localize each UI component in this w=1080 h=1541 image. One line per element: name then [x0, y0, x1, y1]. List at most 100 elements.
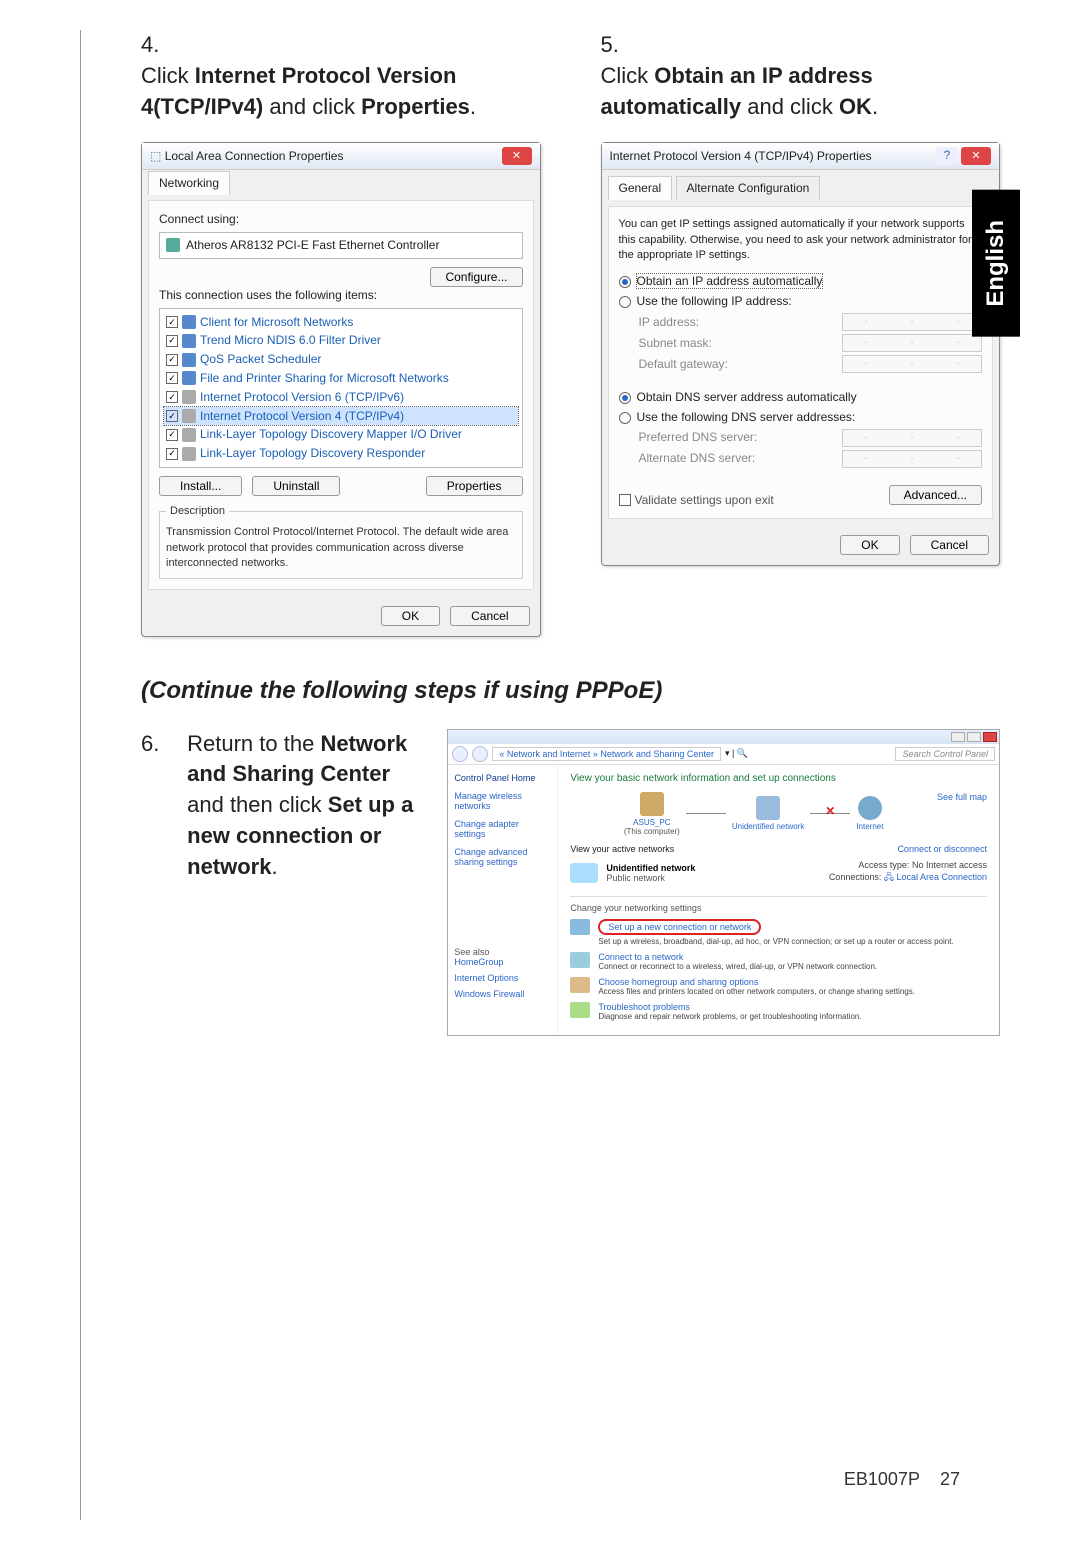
pref-dns-label: Preferred DNS server:	[639, 429, 758, 446]
see-iopts[interactable]: Internet Options	[454, 973, 551, 983]
sub-heading: (Continue the following steps if using P…	[141, 677, 1000, 705]
item-2: QoS Packet Scheduler	[200, 351, 321, 368]
validate-label: Validate settings upon exit	[635, 492, 774, 509]
opt3-desc: Access files and printers located on oth…	[598, 987, 915, 996]
install-button[interactable]: Install...	[159, 476, 242, 496]
radio-use-ip-label: Use the following IP address:	[637, 294, 792, 308]
radio-use-ip[interactable]: Use the following IP address:	[619, 293, 983, 310]
forward-icon[interactable]	[472, 746, 488, 762]
advanced-button[interactable]: Advanced...	[889, 485, 982, 505]
description-text: Transmission Control Protocol/Internet P…	[166, 526, 508, 569]
see-full-map[interactable]: See full map	[937, 792, 987, 844]
net-type: Public network	[606, 873, 665, 883]
node-pc-sub: (This computer)	[624, 827, 680, 836]
qos-icon	[182, 353, 196, 367]
uses-label: This connection uses the following items…	[159, 287, 523, 304]
gateway-label: Default gateway:	[639, 356, 728, 373]
homegroup-link[interactable]: Choose homegroup and sharing options	[598, 977, 758, 987]
lltd-responder-icon	[182, 447, 196, 461]
step5-t2: and click	[741, 94, 839, 119]
step-5: 5. Click Obtain an IP address automatica…	[601, 30, 1001, 637]
step6-t1: Return to the	[187, 731, 320, 756]
close-icon-ns[interactable]	[983, 732, 997, 742]
dialog1-title: ⬚ Local Area Connection Properties	[150, 148, 343, 165]
sidebar-home[interactable]: Control Panel Home	[454, 773, 551, 783]
help-icon[interactable]: ?	[936, 147, 958, 165]
info-text: You can get IP settings assigned automat…	[619, 217, 983, 263]
item-5: Internet Protocol Version 4 (TCP/IPv4)	[200, 408, 404, 425]
tab-networking[interactable]: Networking	[148, 171, 230, 195]
lltd-mapper-icon	[182, 428, 196, 442]
close-icon[interactable]: ✕	[502, 147, 532, 165]
properties-button[interactable]: Properties	[426, 476, 523, 496]
ns-heading: View your basic network information and …	[570, 773, 987, 784]
cancel-button-dlg1[interactable]: Cancel	[450, 606, 529, 626]
sidebar-sharing[interactable]: Change advanced sharing settings	[454, 847, 551, 867]
connect-network-link[interactable]: Connect to a network	[598, 952, 683, 962]
cancel-button-dlg2[interactable]: Cancel	[910, 535, 989, 555]
step4-t1: Click	[141, 63, 195, 88]
troubleshoot-link[interactable]: Troubleshoot problems	[598, 1002, 690, 1012]
radio-use-dns[interactable]: Use the following DNS server addresses:	[619, 409, 983, 426]
item-ipv4-selected[interactable]: ✓Internet Protocol Version 4 (TCP/IPv4)	[164, 407, 518, 426]
ip-address-field: ···	[842, 313, 982, 331]
opt1-desc: Set up a wireless, broadband, dial-up, a…	[598, 937, 953, 946]
close-icon-dlg2[interactable]: ✕	[961, 147, 991, 165]
node-pc: ASUS_PC(This computer)	[624, 792, 680, 836]
item-7: Link-Layer Topology Discovery Responder	[200, 445, 425, 462]
radio-use-dns-label: Use the following DNS server addresses:	[637, 410, 856, 424]
item-6: Link-Layer Topology Discovery Mapper I/O…	[200, 426, 462, 443]
gateway-field: ···	[842, 355, 982, 373]
search-input[interactable]: Search Control Panel	[895, 747, 995, 761]
step4-t2: and click	[263, 94, 361, 119]
step-5-number: 5.	[601, 30, 641, 61]
step4-b2: Properties	[361, 94, 470, 119]
filter-icon	[182, 334, 196, 348]
model-number: EB1007P	[844, 1469, 920, 1489]
node-internet: Internet	[856, 796, 883, 831]
item-3: File and Printer Sharing for Microsoft N…	[200, 370, 449, 387]
network-icon	[756, 796, 780, 820]
subnet-field: ···	[842, 334, 982, 352]
radio-obtain-dns[interactable]: Obtain DNS server address automatically	[619, 389, 983, 406]
ok-button-dlg1[interactable]: OK	[381, 606, 440, 626]
configure-button[interactable]: Configure...	[430, 267, 522, 287]
minimize-icon[interactable]	[951, 732, 965, 742]
see-also-label: See also	[454, 947, 489, 957]
breadcrumb[interactable]: « Network and Internet » Network and Sha…	[492, 747, 721, 761]
access-type: No Internet access	[912, 860, 987, 870]
sidebar-wireless[interactable]: Manage wireless networks	[454, 791, 551, 811]
troubleshoot-icon	[570, 1002, 590, 1018]
ok-button-dlg2[interactable]: OK	[840, 535, 899, 555]
setup-new-connection-link[interactable]: Set up a new connection or network	[598, 919, 761, 935]
globe-icon	[858, 796, 882, 820]
back-icon[interactable]	[452, 746, 468, 762]
page-footer: EB1007P 27	[844, 1469, 960, 1490]
see-homegroup[interactable]: HomeGroup	[454, 957, 551, 967]
page-number: 27	[940, 1469, 960, 1489]
active-networks-label: View your active networks	[570, 844, 674, 854]
step-4: 4. Click Internet Protocol Version 4(TCP…	[141, 30, 541, 637]
computer-icon	[640, 792, 664, 816]
connect-disconnect-link[interactable]: Connect or disconnect	[897, 844, 987, 854]
validate-checkbox[interactable]: Validate settings upon exit	[619, 492, 774, 509]
connection-items-list[interactable]: ✓Client for Microsoft Networks ✓Trend Mi…	[159, 308, 523, 468]
uninstall-button[interactable]: Uninstall	[252, 476, 340, 496]
tab-general[interactable]: General	[608, 176, 673, 200]
connection-link[interactable]: 🖧 Local Area Connection	[884, 872, 987, 882]
tab-alternate[interactable]: Alternate Configuration	[676, 176, 821, 200]
sidebar-adapter[interactable]: Change adapter settings	[454, 819, 551, 839]
alt-dns-label: Alternate DNS server:	[639, 450, 756, 467]
step-6: 6. Return to the Network and Sharing Cen…	[141, 729, 417, 1036]
fileprint-icon	[182, 371, 196, 385]
pref-dns-field: ···	[842, 429, 982, 447]
see-firewall[interactable]: Windows Firewall	[454, 989, 551, 999]
radio-obtain-dns-label: Obtain DNS server address automatically	[637, 390, 857, 404]
radio-obtain-ip[interactable]: Obtain an IP address automatically	[619, 273, 983, 290]
network-sharing-window: « Network and Internet » Network and Sha…	[447, 729, 1000, 1036]
ip-address-label: IP address:	[639, 314, 699, 331]
adapter-name: Atheros AR8132 PCI-E Fast Ethernet Contr…	[186, 237, 439, 254]
step-6-number: 6.	[141, 729, 181, 760]
step6-t2: and then click	[187, 792, 328, 817]
maximize-icon[interactable]	[967, 732, 981, 742]
